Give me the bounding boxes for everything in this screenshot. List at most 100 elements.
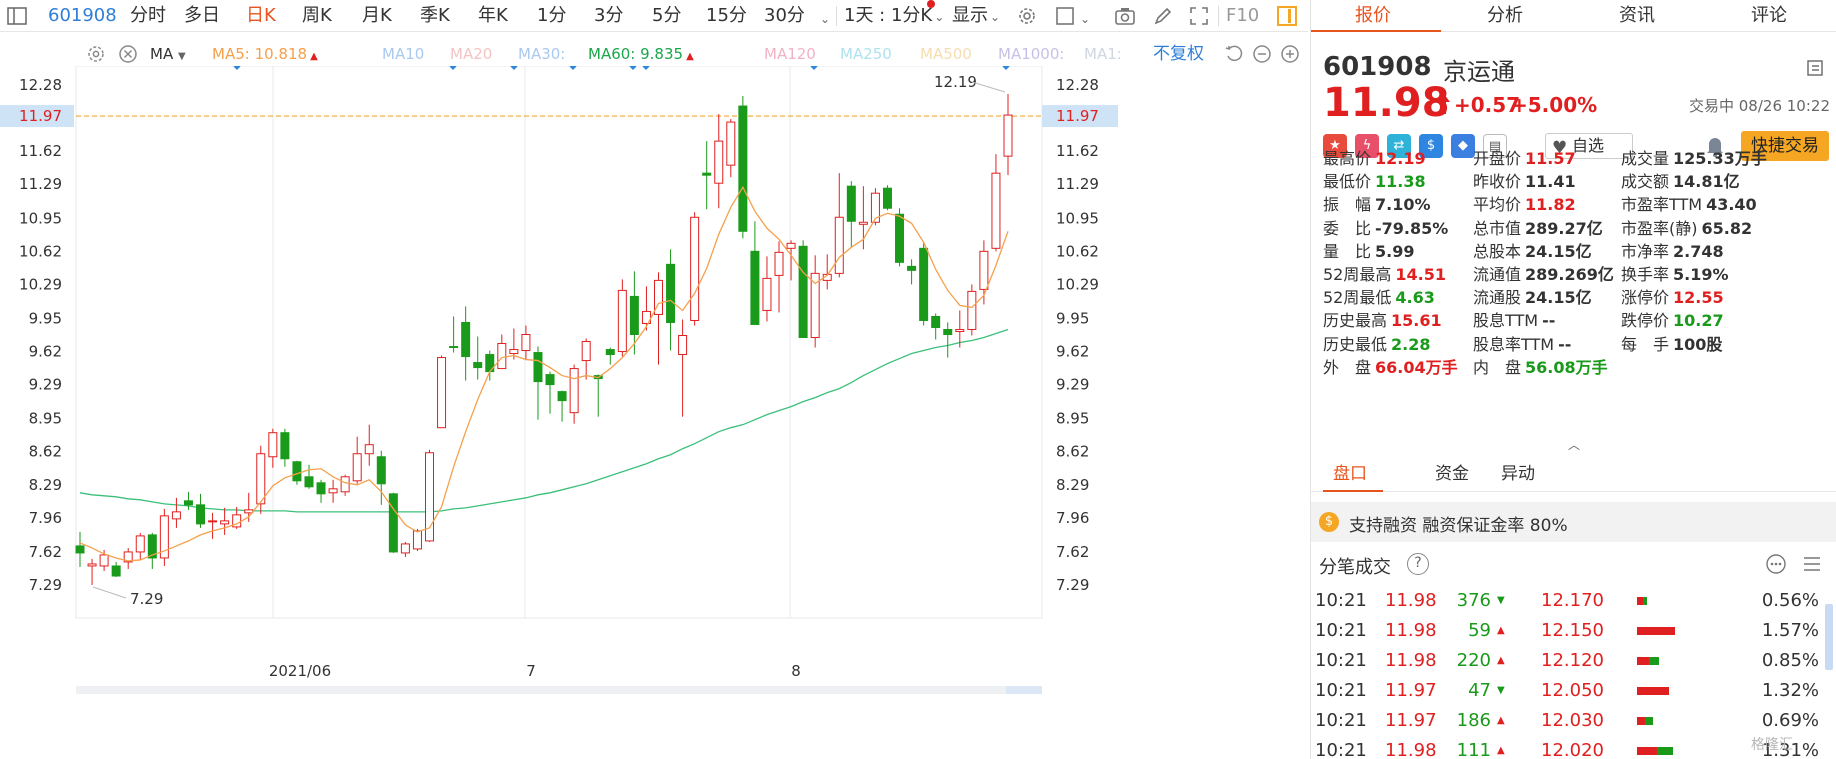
quote-value: 11.41 <box>1525 172 1576 192</box>
reset-icon[interactable] <box>1224 44 1244 64</box>
zoom-in-icon[interactable] <box>1280 44 1300 64</box>
collapse-up-icon[interactable]: ︿ <box>1568 436 1580 453</box>
adjust-mode-button[interactable]: 不复权 <box>1153 42 1204 66</box>
period-tab-multiday[interactable]: 多日 <box>184 4 220 28</box>
candle-body <box>629 295 639 335</box>
tick-percent: 0.69% <box>1761 710 1819 731</box>
list-toggle-icon[interactable] <box>1805 58 1825 78</box>
candle-body <box>702 172 712 176</box>
period-tab-3min[interactable]: 3分 <box>594 4 623 28</box>
tick-book-price: 12.050 <box>1541 680 1604 701</box>
draw-pen-icon[interactable] <box>1152 5 1174 27</box>
period-tab-yearly[interactable]: 年K <box>478 4 508 28</box>
ma1000-label[interactable]: MA1000: <box>998 42 1064 66</box>
more-icon[interactable] <box>1765 553 1787 575</box>
period-tab-5min[interactable]: 5分 <box>652 4 681 28</box>
period-tab-quarterly[interactable]: 季K <box>420 4 450 28</box>
kline-chart[interactable]: 12.28 12.28 11.62 11.62 11.29 11.29 10.95 10.95… <box>0 66 1308 759</box>
ma5-value: MA5: 10.818 ▲ <box>212 42 318 69</box>
ma-settings-gear-icon[interactable] <box>86 44 106 64</box>
quote-value: 100股 <box>1673 334 1723 354</box>
quote-label: 52周最高 <box>1323 265 1392 284</box>
quote-value: 24.15亿 <box>1525 241 1592 261</box>
quote-cell: 成交量 125.33万手 <box>1621 148 1767 170</box>
period-tab-30min[interactable]: 30分 <box>764 4 805 28</box>
tick-row: 10:21 11.97 186 ▲ 12.030 0.69% <box>1311 706 1836 736</box>
display-dropdown[interactable]: 显示 ⌄ <box>952 4 1000 28</box>
candle-body <box>220 520 230 525</box>
quote-panel: 报价 分析 资讯 评论 601908 京运通 11.98 +0.57 +5.00… <box>1310 0 1836 759</box>
tick-time: 10:21 <box>1315 620 1367 641</box>
quote-label: 跌停价 <box>1621 311 1670 331</box>
y-tick-label-right: 9.29 <box>1056 376 1089 394</box>
tab-comments[interactable]: 评论 <box>1751 4 1787 28</box>
y-tick-label-right: 8.29 <box>1056 476 1089 494</box>
ma1-label[interactable]: MA1: <box>1084 42 1122 66</box>
trade-status: 交易中 08/26 10:22 <box>1689 97 1830 115</box>
tick-volume: 47 <box>1468 680 1491 701</box>
candle-body <box>135 535 145 553</box>
sidebar-toggle-icon[interactable] <box>6 5 28 27</box>
y-tick-label-right: 12.28 <box>1056 76 1099 94</box>
quote-cell: 历史最高 15.61 <box>1323 310 1442 332</box>
ma120-label[interactable]: MA120 <box>764 42 816 66</box>
candle-body <box>991 172 1001 249</box>
ticks-scrollbar[interactable] <box>1825 604 1833 670</box>
quote-value: 12.55 <box>1673 288 1724 308</box>
candle-body <box>557 391 567 402</box>
period-more-chevron-icon[interactable]: ⌄ <box>818 6 830 30</box>
fullscreen-icon[interactable] <box>1188 5 1210 27</box>
zoom-out-icon[interactable] <box>1252 44 1272 64</box>
tick-book-price: 12.170 <box>1541 590 1604 611</box>
list-view-icon[interactable] <box>1801 553 1823 575</box>
tab-news[interactable]: 资讯 <box>1619 4 1655 28</box>
tab-quote[interactable]: 报价 <box>1355 4 1391 28</box>
quote-cell: 总市值 289.27亿 <box>1473 218 1603 240</box>
quote-label: 市盈率TTM <box>1621 195 1703 215</box>
chart-type-square-icon[interactable] <box>1054 5 1076 27</box>
ma250-label[interactable]: MA250 <box>840 42 892 66</box>
period-tab-monthly[interactable]: 月K <box>362 4 392 28</box>
panel-toggle-icon[interactable] <box>1276 5 1298 27</box>
period-tab-daily[interactable]: 日K <box>246 4 276 28</box>
quote-cell: 流通值 289.269亿 <box>1473 264 1614 286</box>
toolbar-divider <box>1218 6 1219 26</box>
ma20-label[interactable]: MA20 <box>450 42 492 66</box>
tick-ratio-green <box>1649 657 1659 665</box>
tick-row: 10:21 11.98 220 ▲ 12.120 0.85% <box>1311 646 1836 676</box>
period-tab-15min[interactable]: 15分 <box>706 4 747 28</box>
period-tab-weekly[interactable]: 周K <box>302 4 332 28</box>
camera-icon[interactable] <box>1114 5 1136 27</box>
watermark-logo: 格隆汇 <box>1751 737 1793 753</box>
toolbar-stock-code[interactable]: 601908 <box>48 4 117 28</box>
chart-type-chevron-icon[interactable]: ⌄ <box>1078 6 1090 30</box>
period-tab-1min[interactable]: 1分 <box>537 4 566 28</box>
tab-capital[interactable]: 资金 <box>1435 462 1469 486</box>
tick-up-arrow-icon: ▲ <box>1497 745 1505 756</box>
quote-value: 289.27亿 <box>1525 218 1603 238</box>
quote-value: 65.82 <box>1701 218 1753 238</box>
candle-body <box>569 368 579 414</box>
ma10-label[interactable]: MA10 <box>382 42 424 66</box>
active-subtab-underline <box>1323 490 1383 492</box>
period-tab-intraday[interactable]: 分时 <box>130 4 166 28</box>
tab-abnormal[interactable]: 异动 <box>1501 462 1535 486</box>
f10-button[interactable]: F10 <box>1226 4 1259 28</box>
ma-label[interactable]: MA <box>150 42 173 66</box>
ma-close-icon[interactable] <box>118 44 138 64</box>
settings-gear-icon[interactable] <box>1016 5 1038 27</box>
help-icon[interactable]: ? <box>1407 553 1429 575</box>
tab-analysis[interactable]: 分析 <box>1487 4 1523 28</box>
sub-tabs: 盘口 资金 异动 <box>1311 456 1836 492</box>
ma500-label[interactable]: MA500 <box>920 42 972 66</box>
y-tick-label-right: 9.62 <box>1056 343 1089 361</box>
quote-value: 5.99 <box>1375 241 1415 261</box>
y-tick-label-right: 8.62 <box>1056 443 1089 461</box>
tag-icon[interactable]: ◆ <box>1451 134 1475 158</box>
ma30-label[interactable]: MA30: <box>518 42 565 66</box>
quote-cell: 振 幅 7.10% <box>1323 194 1431 216</box>
quote-value: -- <box>1558 334 1572 354</box>
quote-cell: 股息率TTM -- <box>1473 334 1571 356</box>
quote-value: 2.28 <box>1391 334 1431 354</box>
tab-orderbook[interactable]: 盘口 <box>1333 462 1367 486</box>
